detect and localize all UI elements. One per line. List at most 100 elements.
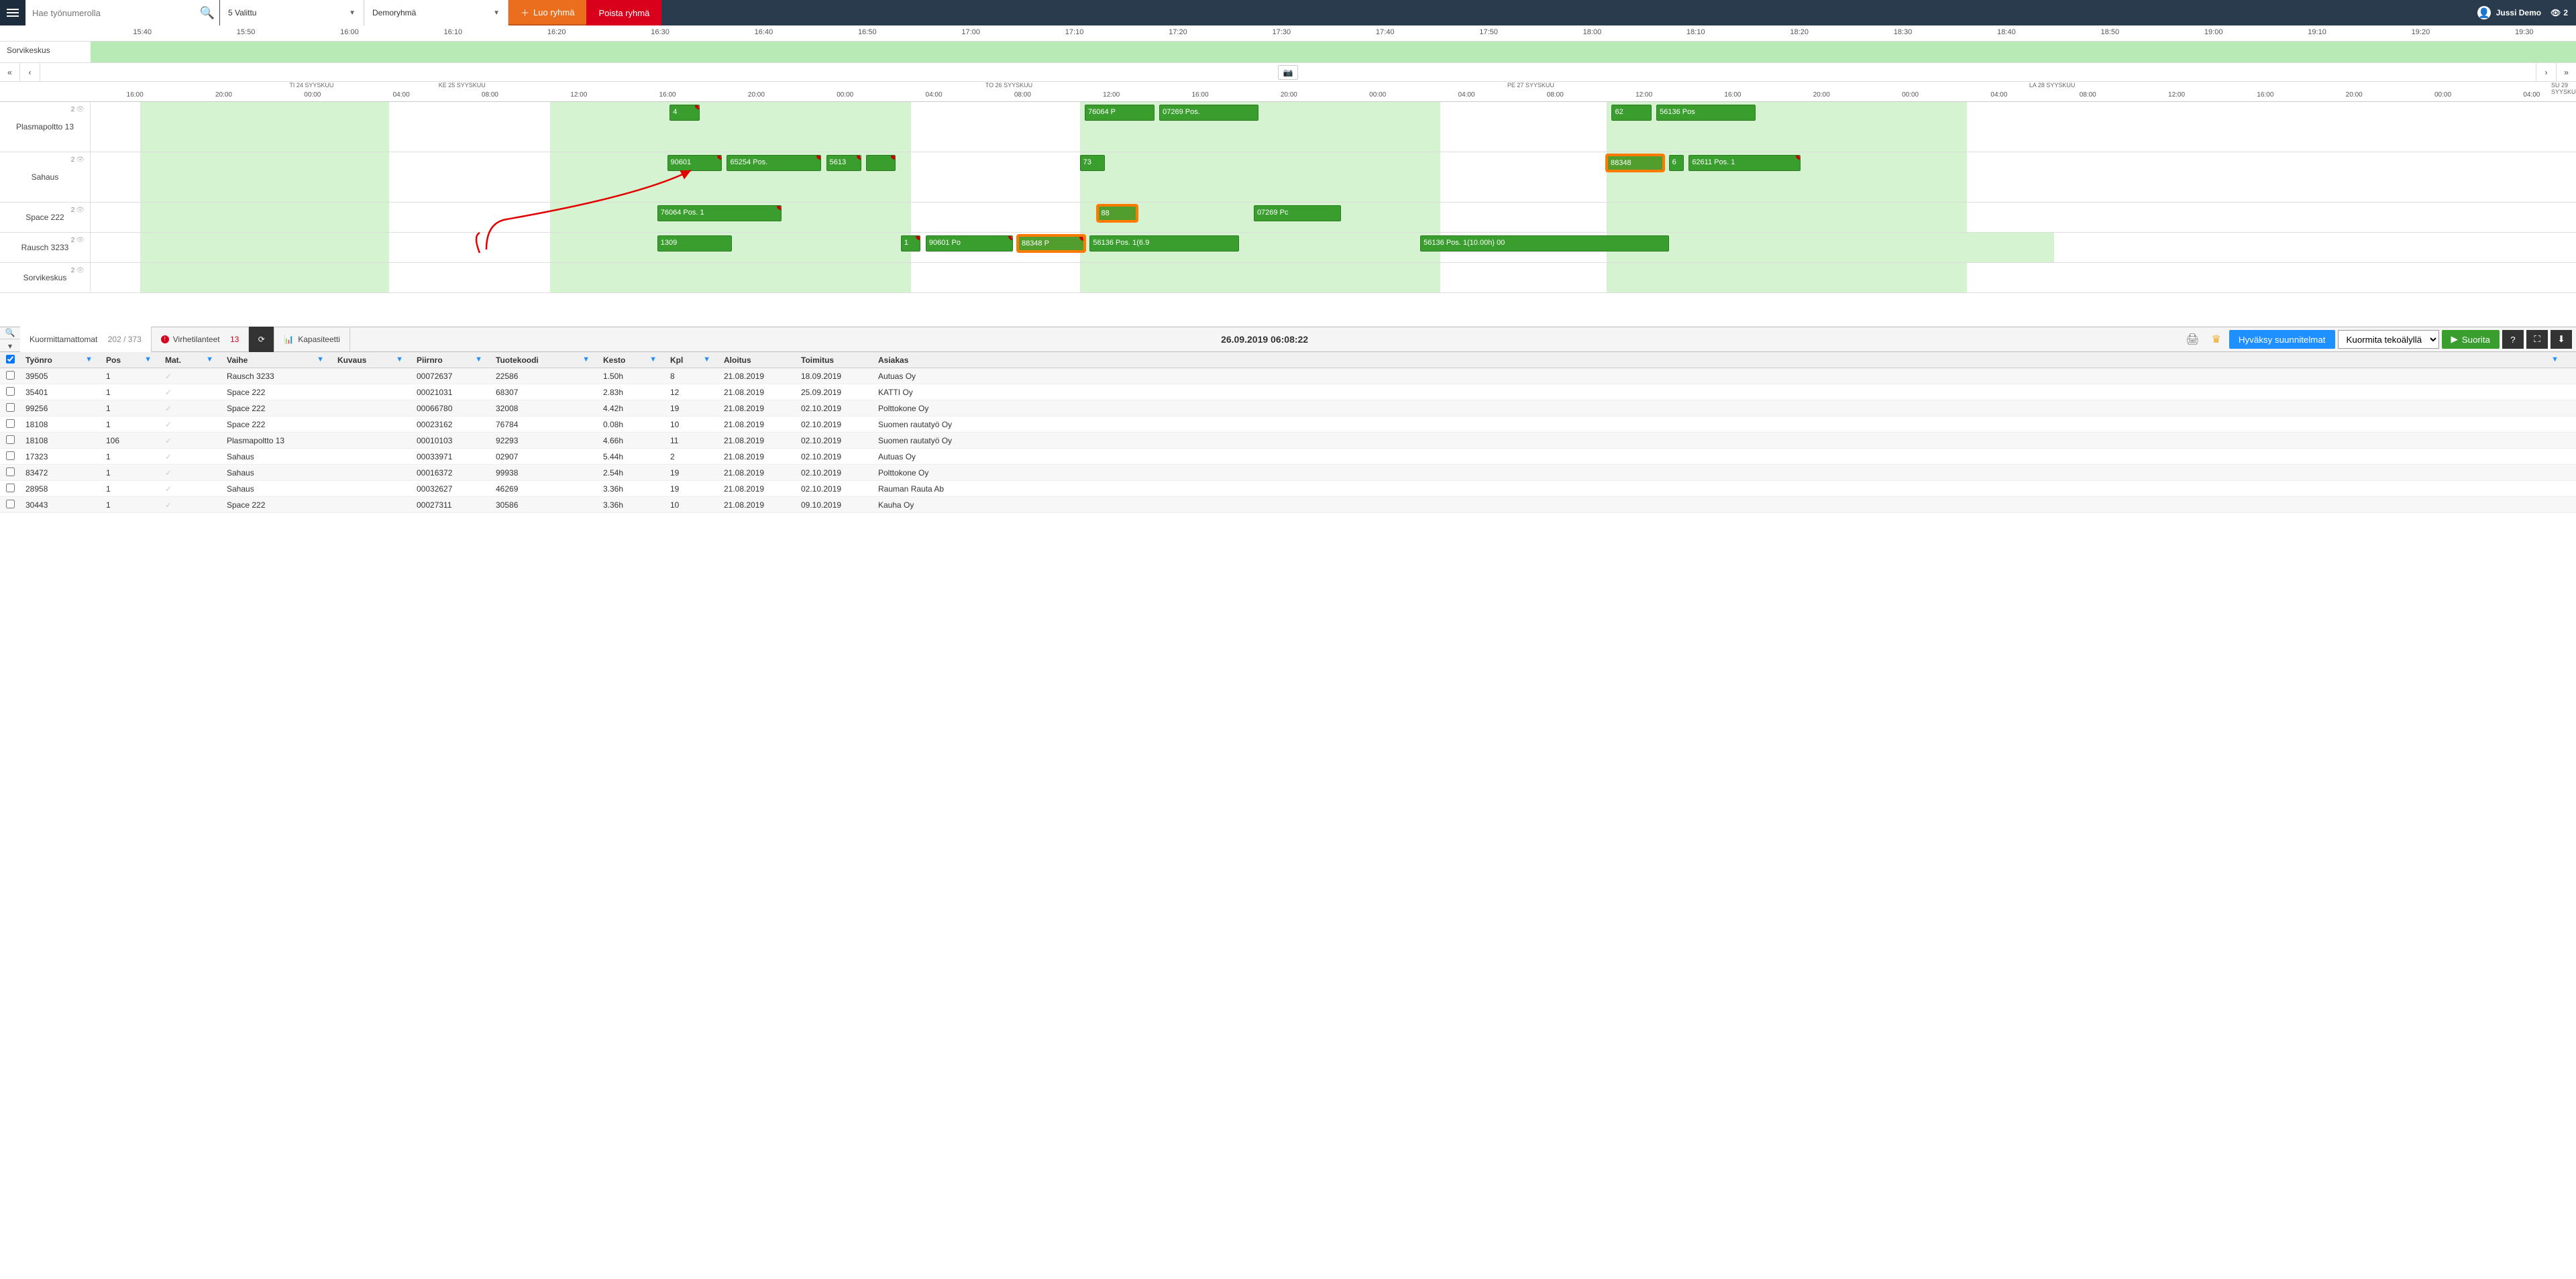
table-row[interactable]: 17323 1 ✓ Sahaus 00033971 02907 5.44h 2 …: [0, 449, 2576, 465]
gantt-row-label[interactable]: Sorvikeskus2 👁: [0, 263, 91, 293]
availability-block: [1880, 233, 2054, 262]
table-row[interactable]: 18108 1 ✓ Space 222 00023162 76784 0.08h…: [0, 416, 2576, 433]
gantt-task[interactable]: 56136 Pos. 1(10.00h) 00: [1420, 235, 1669, 252]
gantt-task[interactable]: 56136 Pos: [1656, 105, 1756, 121]
table-row[interactable]: 99256 1 ✓ Space 222 00066780 32008 4.42h…: [0, 400, 2576, 416]
gantt-header: TI 24 SYYSKUUKE 25 SYYSKUUTO 26 SYYSKUUP…: [0, 82, 2576, 102]
select-group[interactable]: Demoryhmä▼: [364, 0, 508, 25]
row-checkbox[interactable]: [6, 484, 15, 492]
nav-first-icon[interactable]: «: [0, 63, 20, 82]
gantt-task[interactable]: 76064 P: [1085, 105, 1155, 121]
row-checkbox[interactable]: [6, 451, 15, 460]
hour-tick: 04:00: [393, 91, 410, 99]
fullscreen-icon[interactable]: ⛶: [2526, 330, 2548, 349]
tab-kuormittamattomat[interactable]: Kuormittamattomat 202 / 373: [20, 327, 152, 352]
create-group-button[interactable]: ＋Luo ryhmä: [508, 0, 586, 25]
execute-button[interactable]: ▶Suorita: [2442, 330, 2500, 349]
help-button[interactable]: ?: [2502, 330, 2524, 349]
filter-icon[interactable]: ▾: [0, 339, 20, 352]
gantt-row-label[interactable]: Rausch 32332 👁: [0, 233, 91, 263]
gantt-task[interactable]: 90601!: [667, 155, 722, 171]
camera-icon[interactable]: 📷: [1278, 65, 1298, 80]
nav-next-icon[interactable]: ›: [2536, 63, 2556, 82]
filter-icon: ▼: [2551, 355, 2561, 364]
refresh-button[interactable]: ⟳: [249, 327, 274, 352]
availability-block: [550, 263, 910, 292]
th-kuvaus[interactable]: Kuvaus▼: [332, 355, 411, 365]
nav-prev-icon[interactable]: ‹: [20, 63, 40, 82]
mini-tick: 16:30: [608, 25, 712, 41]
row-checkbox[interactable]: [6, 419, 15, 428]
th-vaihe[interactable]: Vaihe▼: [221, 355, 332, 365]
table-row[interactable]: 83472 1 ✓ Sahaus 00016372 99938 2.54h 19…: [0, 465, 2576, 481]
gantt-task[interactable]: 88348 P!: [1018, 235, 1085, 252]
th-mat[interactable]: Mat.▼: [160, 355, 221, 365]
gantt-row-track: [91, 263, 2576, 293]
row-checkbox[interactable]: [6, 387, 15, 396]
gantt-task[interactable]: 5613!: [826, 155, 861, 171]
th-tuotekoodi[interactable]: Tuotekoodi▼: [490, 355, 598, 365]
select-all-checkbox[interactable]: [6, 355, 15, 364]
approve-button[interactable]: Hyväksy suunnitelmat: [2229, 330, 2335, 349]
th-tyonro[interactable]: Työnro▼: [20, 355, 101, 365]
row-checkbox[interactable]: [6, 467, 15, 476]
th-pos[interactable]: Pos▼: [101, 355, 160, 365]
gantt-task[interactable]: !: [866, 155, 896, 171]
gantt-task[interactable]: 4!: [669, 105, 699, 121]
gantt-task[interactable]: 73: [1080, 155, 1105, 171]
select-count[interactable]: 5 Valittu▼: [220, 0, 364, 25]
hour-tick: 12:00: [2168, 91, 2185, 99]
row-checkbox[interactable]: [6, 500, 15, 508]
print-icon[interactable]: 🖨: [2179, 333, 2206, 346]
gantt-task[interactable]: 6: [1669, 155, 1684, 171]
gantt-task[interactable]: 65254 Pos.!: [727, 155, 821, 171]
table-row[interactable]: 35401 1 ✓ Space 222 00021031 68307 2.83h…: [0, 384, 2576, 400]
search-box: 🔍: [25, 0, 220, 25]
gantt-task[interactable]: 62: [1611, 105, 1651, 121]
row-checkbox[interactable]: [6, 403, 15, 412]
table-row[interactable]: 39505 1 ✓ Rausch 3233 00072637 22586 1.5…: [0, 368, 2576, 384]
crown-icon[interactable]: ♛: [2206, 333, 2226, 346]
th-kpl[interactable]: Kpl▼: [665, 355, 718, 365]
th-asiakas[interactable]: Asiakas▼: [873, 355, 2567, 365]
gantt-task[interactable]: 56136 Pos. 1(6.9: [1089, 235, 1238, 252]
search-icon[interactable]: 🔍: [195, 6, 219, 20]
gantt-task[interactable]: 07269 Pos.: [1159, 105, 1258, 121]
nav-last-icon[interactable]: »: [2556, 63, 2576, 82]
gantt-task[interactable]: 88: [1097, 205, 1137, 221]
watchers-count[interactable]: 👁2: [2551, 8, 2576, 17]
th-kesto[interactable]: Kesto▼: [598, 355, 665, 365]
download-icon[interactable]: ⬇: [2551, 330, 2572, 349]
gantt-row-label[interactable]: Sahaus2 👁: [0, 152, 91, 203]
menu-icon[interactable]: [0, 0, 25, 25]
gantt-task[interactable]: 07269 Pc: [1254, 205, 1341, 221]
table-row[interactable]: 28958 1 ✓ Sahaus 00032627 46269 3.36h 19…: [0, 481, 2576, 497]
table-row[interactable]: 18108 106 ✓ Plasmapoltto 13 00010103 922…: [0, 433, 2576, 449]
gantt-task[interactable]: 1309: [657, 235, 732, 252]
user-menu[interactable]: 👤 Jussi Demo: [2468, 6, 2551, 19]
ai-select[interactable]: Kuormita tekoälyllä: [2338, 330, 2439, 349]
tab-virhetilanteet[interactable]: ! Virhetilanteet 13: [152, 327, 250, 352]
delete-group-button[interactable]: Poista ryhmä: [586, 0, 661, 25]
row-checkbox[interactable]: [6, 371, 15, 380]
gantt-task[interactable]: 90601 Po!: [926, 235, 1013, 252]
availability-block: [1080, 152, 1440, 202]
gantt-task[interactable]: 1!: [901, 235, 921, 252]
tab-kapasiteetti[interactable]: 📊 Kapasiteetti: [274, 327, 350, 352]
th-piirnro[interactable]: Piirnro▼: [411, 355, 490, 365]
gantt-row-label[interactable]: Plasmapoltto 132 👁: [0, 102, 91, 152]
gantt-row-label[interactable]: Space 2222 👁: [0, 203, 91, 233]
th-toimitus[interactable]: Toimitus: [796, 355, 873, 365]
search-small-icon[interactable]: 🔍: [0, 327, 20, 339]
hour-tick: 16:00: [659, 91, 676, 99]
hour-tick: 20:00: [215, 91, 232, 99]
mini-band-bar[interactable]: [91, 42, 2576, 62]
search-input[interactable]: [25, 8, 195, 18]
gantt-task[interactable]: 88348: [1607, 155, 1664, 171]
table-row[interactable]: 30443 1 ✓ Space 222 00027311 30586 3.36h…: [0, 497, 2576, 513]
hour-tick: 00:00: [837, 91, 853, 99]
gantt-task[interactable]: 62611 Pos. 1!: [1688, 155, 1801, 171]
row-checkbox[interactable]: [6, 435, 15, 444]
th-aloitus[interactable]: Aloitus: [718, 355, 796, 365]
gantt-task[interactable]: 76064 Pos. 1!: [657, 205, 782, 221]
